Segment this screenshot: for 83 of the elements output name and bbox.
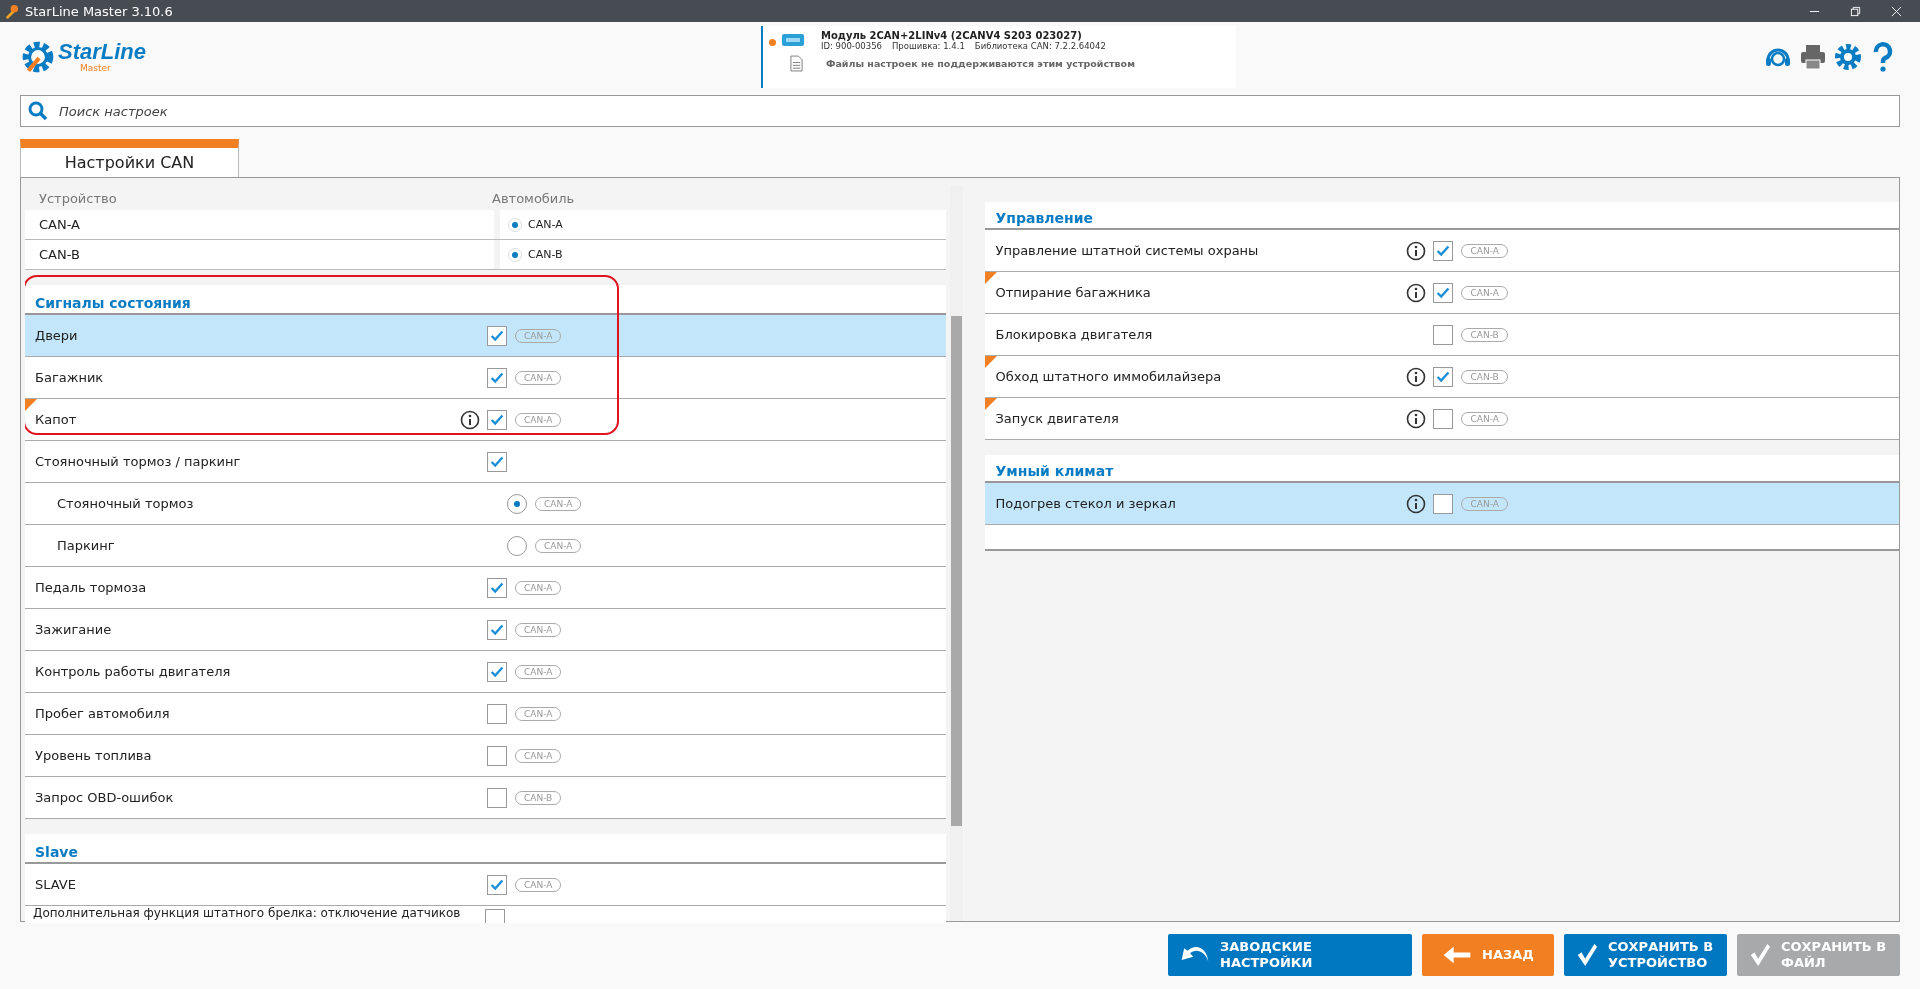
checkbox[interactable] bbox=[1433, 240, 1454, 261]
setting-label: Стояночный тормоз / паркинг bbox=[34, 454, 242, 469]
setting-label: Подогрев стекол и зеркал bbox=[994, 496, 1177, 511]
setting-label: Пробег автомобиля bbox=[34, 706, 171, 721]
restore-icon[interactable] bbox=[1850, 5, 1861, 17]
device-id: ID: 900-00356 bbox=[821, 41, 882, 51]
info-icon[interactable] bbox=[1406, 282, 1427, 303]
gear-icon bbox=[20, 39, 56, 75]
reset-button[interactable]: ЗАВОДСКИЕ НАСТРОЙКИ bbox=[1168, 934, 1412, 976]
info-icon[interactable] bbox=[1406, 240, 1427, 261]
section-title: Slave bbox=[35, 844, 78, 860]
device-name: Модуль 2CAN+2LINv4 (2CANV4 S203 023027) bbox=[821, 30, 1082, 41]
document-icon bbox=[790, 55, 803, 72]
settings-icon[interactable] bbox=[1833, 42, 1863, 72]
checkbox[interactable] bbox=[487, 409, 507, 430]
checkbox[interactable] bbox=[487, 619, 507, 640]
setting-label: Дополнительная функция штатного брелка: отключение датчиков bbox=[32, 906, 462, 921]
column-header: Автомобиль bbox=[492, 190, 575, 206]
save-button[interactable]: СОХРАНИТЬ В УСТРОЙСТВО bbox=[1564, 934, 1727, 976]
checkbox[interactable] bbox=[487, 874, 507, 895]
setting-label: Педаль тормоза bbox=[34, 580, 148, 595]
radio-button[interactable] bbox=[507, 493, 527, 514]
info-icon[interactable] bbox=[1406, 366, 1427, 387]
setting-label: Паркинг bbox=[56, 538, 116, 553]
setting-label: SLAVE bbox=[34, 877, 77, 892]
info-icon[interactable] bbox=[460, 409, 480, 430]
checkbox[interactable] bbox=[487, 661, 507, 682]
bus-label: CAN-B bbox=[39, 247, 80, 262]
setting-label: Двери bbox=[34, 328, 79, 343]
checkbox[interactable] bbox=[487, 745, 507, 766]
setting-label: Обход штатного иммобилайзера bbox=[994, 369, 1223, 384]
bus-value: CAN-A bbox=[528, 218, 563, 231]
checkbox[interactable] bbox=[1433, 408, 1454, 429]
setting-label: Уровень топлива bbox=[34, 748, 153, 763]
checkmark-icon bbox=[1576, 942, 1598, 968]
device-notice: Файлы настроек не поддерживаются этим устройством bbox=[826, 58, 1135, 69]
checkbox[interactable] bbox=[1433, 366, 1454, 387]
setting-label: Запуск двигателя bbox=[994, 411, 1120, 426]
column-header: Устройство bbox=[39, 190, 118, 206]
setting-label: Управление штатной системы охраны bbox=[994, 243, 1260, 258]
setting-label: Капот bbox=[34, 412, 78, 427]
bus-label: CAN-A bbox=[39, 217, 80, 232]
can-library-version: Библиотека CAN: 7.2.2.64042 bbox=[974, 41, 1106, 51]
radio-button[interactable] bbox=[507, 535, 527, 556]
module-icon bbox=[781, 32, 805, 48]
checkbox[interactable] bbox=[487, 787, 507, 808]
back-button[interactable]: НАЗАД bbox=[1422, 934, 1554, 976]
section-title: Умный климат bbox=[995, 463, 1114, 479]
info-icon[interactable] bbox=[1406, 408, 1427, 429]
close-icon[interactable] bbox=[1891, 5, 1902, 17]
checkbox[interactable] bbox=[1433, 493, 1454, 514]
logo-text: StarLine bbox=[58, 41, 147, 63]
tab[interactable]: Настройки CAN bbox=[20, 139, 239, 177]
checkbox[interactable] bbox=[487, 367, 507, 388]
setting-label: Багажник bbox=[34, 370, 105, 385]
setting-label: Запрос OBD-ошибок bbox=[34, 790, 175, 805]
setting-label: Стояночный тормоз bbox=[56, 496, 195, 511]
checkbox[interactable] bbox=[1433, 282, 1454, 303]
setting-label: Зажигание bbox=[34, 622, 113, 637]
firmware-version: Прошивка: 1.4.1 bbox=[891, 41, 965, 51]
search-icon bbox=[28, 101, 48, 121]
search-field[interactable]: Поиск настроек bbox=[20, 95, 1900, 127]
bus-value: CAN-B bbox=[528, 248, 563, 261]
info-icon[interactable] bbox=[1406, 493, 1427, 514]
checkbox[interactable] bbox=[485, 909, 505, 923]
checkbox[interactable] bbox=[487, 451, 507, 472]
checkbox[interactable] bbox=[487, 703, 507, 724]
section-title: Сигналы состояния bbox=[35, 295, 191, 311]
checkbox[interactable] bbox=[487, 325, 507, 346]
scrollbar[interactable] bbox=[950, 186, 963, 921]
selected-row[interactable]: Подогрев стекол и зеркал CAN-A bbox=[985, 483, 1899, 525]
section-title: Управление bbox=[995, 210, 1093, 226]
checkbox[interactable] bbox=[487, 577, 507, 598]
setting-label: Блокировка двигателя bbox=[994, 327, 1154, 342]
selected-row[interactable]: Двери CAN-A bbox=[25, 315, 946, 357]
app-icon bbox=[4, 3, 19, 19]
logo-subtitle: Master bbox=[80, 63, 112, 73]
checkbox[interactable] bbox=[1433, 324, 1454, 345]
checkmark-icon bbox=[1749, 942, 1771, 968]
setting-label: Отпирание багажника bbox=[994, 285, 1152, 300]
printer-icon[interactable] bbox=[1798, 42, 1828, 72]
setting-label: Контроль работы двигателя bbox=[34, 664, 232, 679]
window-title: StarLine Master 3.10.6 bbox=[25, 3, 173, 19]
